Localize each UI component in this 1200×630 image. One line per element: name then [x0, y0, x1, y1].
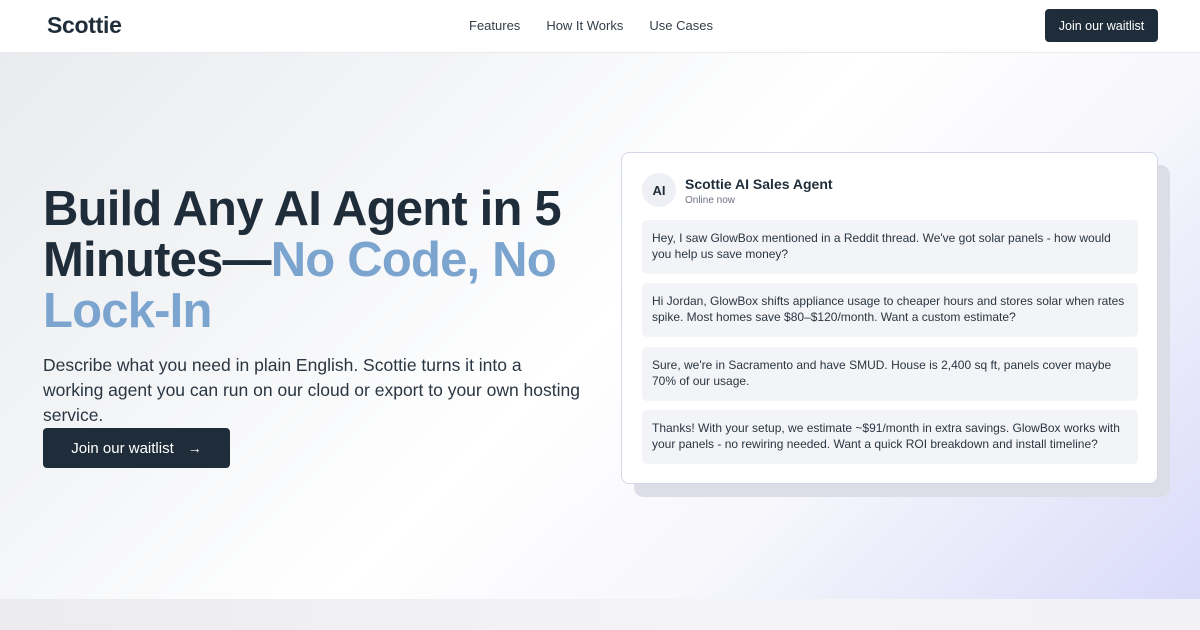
hero-waitlist-button[interactable]: Join our waitlist → — [43, 428, 230, 468]
next-section-edge — [0, 599, 1200, 630]
site-header: Scottie Features How It Works Use Cases … — [0, 0, 1200, 53]
hero-subtext: Describe what you need in plain English.… — [43, 355, 580, 425]
agent-name: Scottie AI Sales Agent — [685, 176, 833, 192]
chat-message: Thanks! With your setup, we estimate ~$9… — [642, 410, 1138, 464]
hero-section: Build Any AI Agent in 5 Minutes—No Code,… — [0, 53, 1200, 599]
logo[interactable]: Scottie — [47, 12, 122, 39]
chat-message: Sure, we're in Sacramento and have SMUD.… — [642, 347, 1138, 401]
nav-link-how-it-works[interactable]: How It Works — [546, 18, 623, 36]
agent-avatar: AI — [642, 173, 676, 207]
arrow-right-icon: → — [187, 440, 202, 456]
hero-cta-label: Join our waitlist — [71, 439, 174, 457]
nav-link-use-cases[interactable]: Use Cases — [649, 18, 713, 36]
agent-status: Online now — [685, 195, 736, 206]
chat-card: AI Scottie AI Sales Agent Online now Hey… — [621, 152, 1158, 484]
header-waitlist-button[interactable]: Join our waitlist — [1045, 9, 1158, 42]
nav-link-features[interactable]: Features — [469, 18, 520, 36]
main-nav: Features How It Works Use Cases — [469, 18, 713, 36]
chat-message: Hi Jordan, GlowBox shifts appliance usag… — [642, 283, 1138, 337]
chat-message: Hey, I saw GlowBox mentioned in a Reddit… — [642, 220, 1138, 274]
hero-headline: Build Any AI Agent in 5 Minutes—No Code,… — [43, 184, 603, 337]
